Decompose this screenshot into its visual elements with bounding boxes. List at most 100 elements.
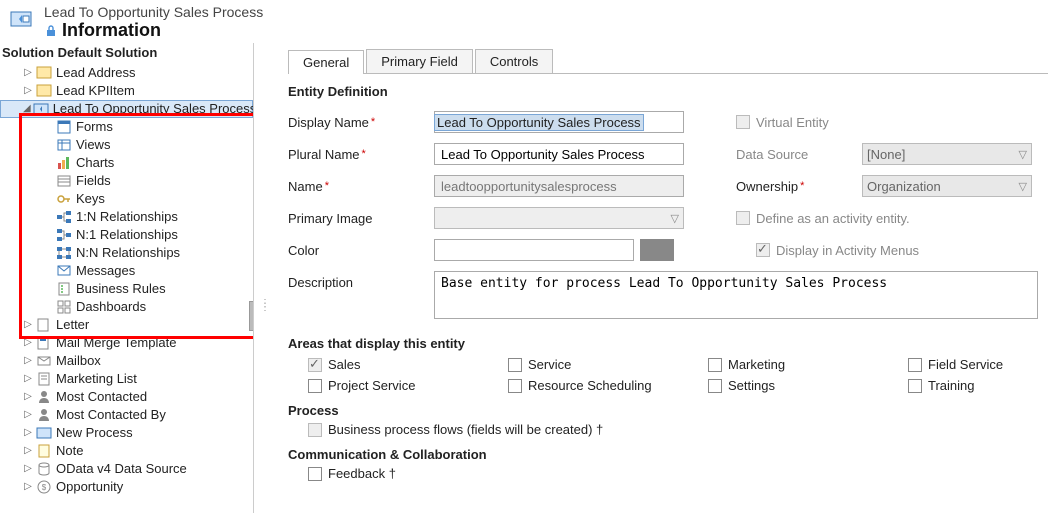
tree-item[interactable]: ▷Most Contacted <box>0 388 253 406</box>
area-item[interactable]: Sales <box>308 357 508 372</box>
expand-icon[interactable]: ▷ <box>22 316 34 334</box>
checkbox[interactable] <box>508 379 522 393</box>
tree-label: Mail Merge Template <box>54 334 176 352</box>
tree-label: New Process <box>54 424 133 442</box>
checkbox[interactable] <box>308 467 322 481</box>
tree-subitem[interactable]: Messages <box>0 262 253 280</box>
checkbox[interactable] <box>508 358 522 372</box>
label-plural-name: Plural Name <box>288 147 428 162</box>
area-item[interactable]: Resource Scheduling <box>508 378 708 393</box>
label-primary-image: Primary Image <box>288 211 428 226</box>
tree-subitem[interactable]: Business Rules <box>0 280 253 298</box>
dashboards-icon <box>56 299 72 315</box>
tree-item[interactable]: ▷ Mail Merge Template <box>0 334 253 352</box>
checkbox-display-activity-menus <box>756 243 770 257</box>
tree-subitem[interactable]: N:N Relationships <box>0 244 253 262</box>
expand-icon[interactable]: ▷ <box>22 352 34 370</box>
expand-icon[interactable]: ▷ <box>22 82 34 100</box>
header: Lead To Opportunity Sales Process Inform… <box>0 0 1056 43</box>
tab-controls[interactable]: Controls <box>475 49 553 73</box>
header-title: Information <box>62 20 161 41</box>
expand-icon[interactable]: ▷ <box>22 64 34 82</box>
header-subtitle: Lead To Opportunity Sales Process <box>44 4 263 20</box>
tree-label: OData v4 Data Source <box>54 460 187 478</box>
sidebar: Solution Default Solution ▷ Lead Address … <box>0 43 254 513</box>
tree-item[interactable]: ▷$Opportunity <box>0 478 253 496</box>
relationship-icon <box>56 209 72 225</box>
tree-subitem[interactable]: Forms <box>0 118 253 136</box>
area-item[interactable]: Service <box>508 357 708 372</box>
mailbox-icon <box>36 353 52 369</box>
comm-label: Feedback † <box>328 466 396 481</box>
checkbox[interactable] <box>908 358 922 372</box>
tree-label: 1:N Relationships <box>74 208 178 226</box>
color-input[interactable] <box>434 239 634 261</box>
solution-tree[interactable]: ▷ Lead Address ▷ Lead KPIItem ◢Lead To Opp… <box>0 64 253 496</box>
collapse-icon[interactable]: ◢ <box>23 100 31 118</box>
views-icon <box>56 137 72 153</box>
area-item[interactable]: Settings <box>708 378 908 393</box>
tree-item[interactable]: ▷Letter <box>0 316 253 334</box>
tree-subitem[interactable]: Views <box>0 136 253 154</box>
relationship-icon <box>56 245 72 261</box>
tree-subitem[interactable]: N:1 Relationships <box>0 226 253 244</box>
tree-subitem[interactable]: 1:N Relationships <box>0 208 253 226</box>
primary-image-select[interactable]: ▽ <box>434 207 684 229</box>
display-name-input[interactable]: Lead To Opportunity Sales Process <box>435 115 643 130</box>
color-swatch[interactable] <box>640 239 674 261</box>
plural-name-input[interactable] <box>434 143 684 165</box>
tree-label: Mailbox <box>54 352 101 370</box>
tree-label: Marketing List <box>54 370 137 388</box>
tree-item[interactable]: ▷Note <box>0 442 253 460</box>
expand-icon[interactable]: ▷ <box>22 388 34 406</box>
description-input[interactable] <box>434 271 1038 319</box>
tree-subitem[interactable]: Charts <box>0 154 253 172</box>
entity-icon <box>36 317 52 333</box>
process-entity-icon <box>33 101 49 117</box>
chevron-down-icon: ▽ <box>671 212 679 225</box>
tree-item[interactable]: ▷ Lead KPIItem <box>0 82 253 100</box>
tree-item[interactable]: ▷Most Contacted By <box>0 406 253 424</box>
tree-item[interactable]: ▷ Lead Address <box>0 64 253 82</box>
tree-subitem[interactable]: Fields <box>0 172 253 190</box>
main-panel: General Primary Field Controls Entity De… <box>254 43 1056 513</box>
expand-icon[interactable]: ▷ <box>22 460 34 478</box>
tree-item[interactable]: ▷ Mailbox <box>0 352 253 370</box>
expand-icon[interactable]: ▷ <box>22 334 34 352</box>
tree-item[interactable]: ▷ New Process <box>0 424 253 442</box>
tree-item[interactable]: ▷ OData v4 Data Source <box>0 460 253 478</box>
expand-icon[interactable]: ▷ <box>22 406 34 424</box>
label-data-source: Data Source <box>736 147 856 162</box>
tree-subitem[interactable]: Keys <box>0 190 253 208</box>
tab-primary-field[interactable]: Primary Field <box>366 49 473 73</box>
checkbox[interactable] <box>708 379 722 393</box>
tree-item-selected[interactable]: ◢Lead To Opportunity Sales Process <box>0 100 253 118</box>
area-item[interactable]: Project Service <box>308 378 508 393</box>
area-label: Training <box>928 378 974 393</box>
checkbox[interactable] <box>908 379 922 393</box>
tree-subitem[interactable]: Dashboards <box>0 298 253 316</box>
area-item[interactable]: Marketing <box>708 357 908 372</box>
process-item[interactable]: Business process flows (fields will be c… <box>308 422 1048 437</box>
expand-icon[interactable]: ▷ <box>22 478 34 496</box>
area-item[interactable]: Training <box>908 378 1056 393</box>
tree-label: Lead KPIItem <box>54 82 135 100</box>
tree-label: Dashboards <box>74 298 146 316</box>
section-process: Process <box>288 403 1048 418</box>
checkbox[interactable] <box>708 358 722 372</box>
expand-icon[interactable]: ▷ <box>22 424 34 442</box>
expand-icon[interactable]: ▷ <box>22 442 34 460</box>
sidebar-title: Solution Default Solution <box>0 43 253 64</box>
area-item[interactable]: Field Service <box>908 357 1056 372</box>
checkbox[interactable] <box>308 379 322 393</box>
rules-icon <box>56 281 72 297</box>
tree-label: Views <box>74 136 110 154</box>
tree-label: Lead Address <box>54 64 136 82</box>
area-label: Service <box>528 357 571 372</box>
expand-icon[interactable]: ▷ <box>22 370 34 388</box>
section-areas: Areas that display this entity <box>288 336 1048 351</box>
comm-item[interactable]: Feedback † <box>308 466 1048 481</box>
area-label: Sales <box>328 357 361 372</box>
tab-general[interactable]: General <box>288 50 364 74</box>
tree-item[interactable]: ▷ Marketing List <box>0 370 253 388</box>
